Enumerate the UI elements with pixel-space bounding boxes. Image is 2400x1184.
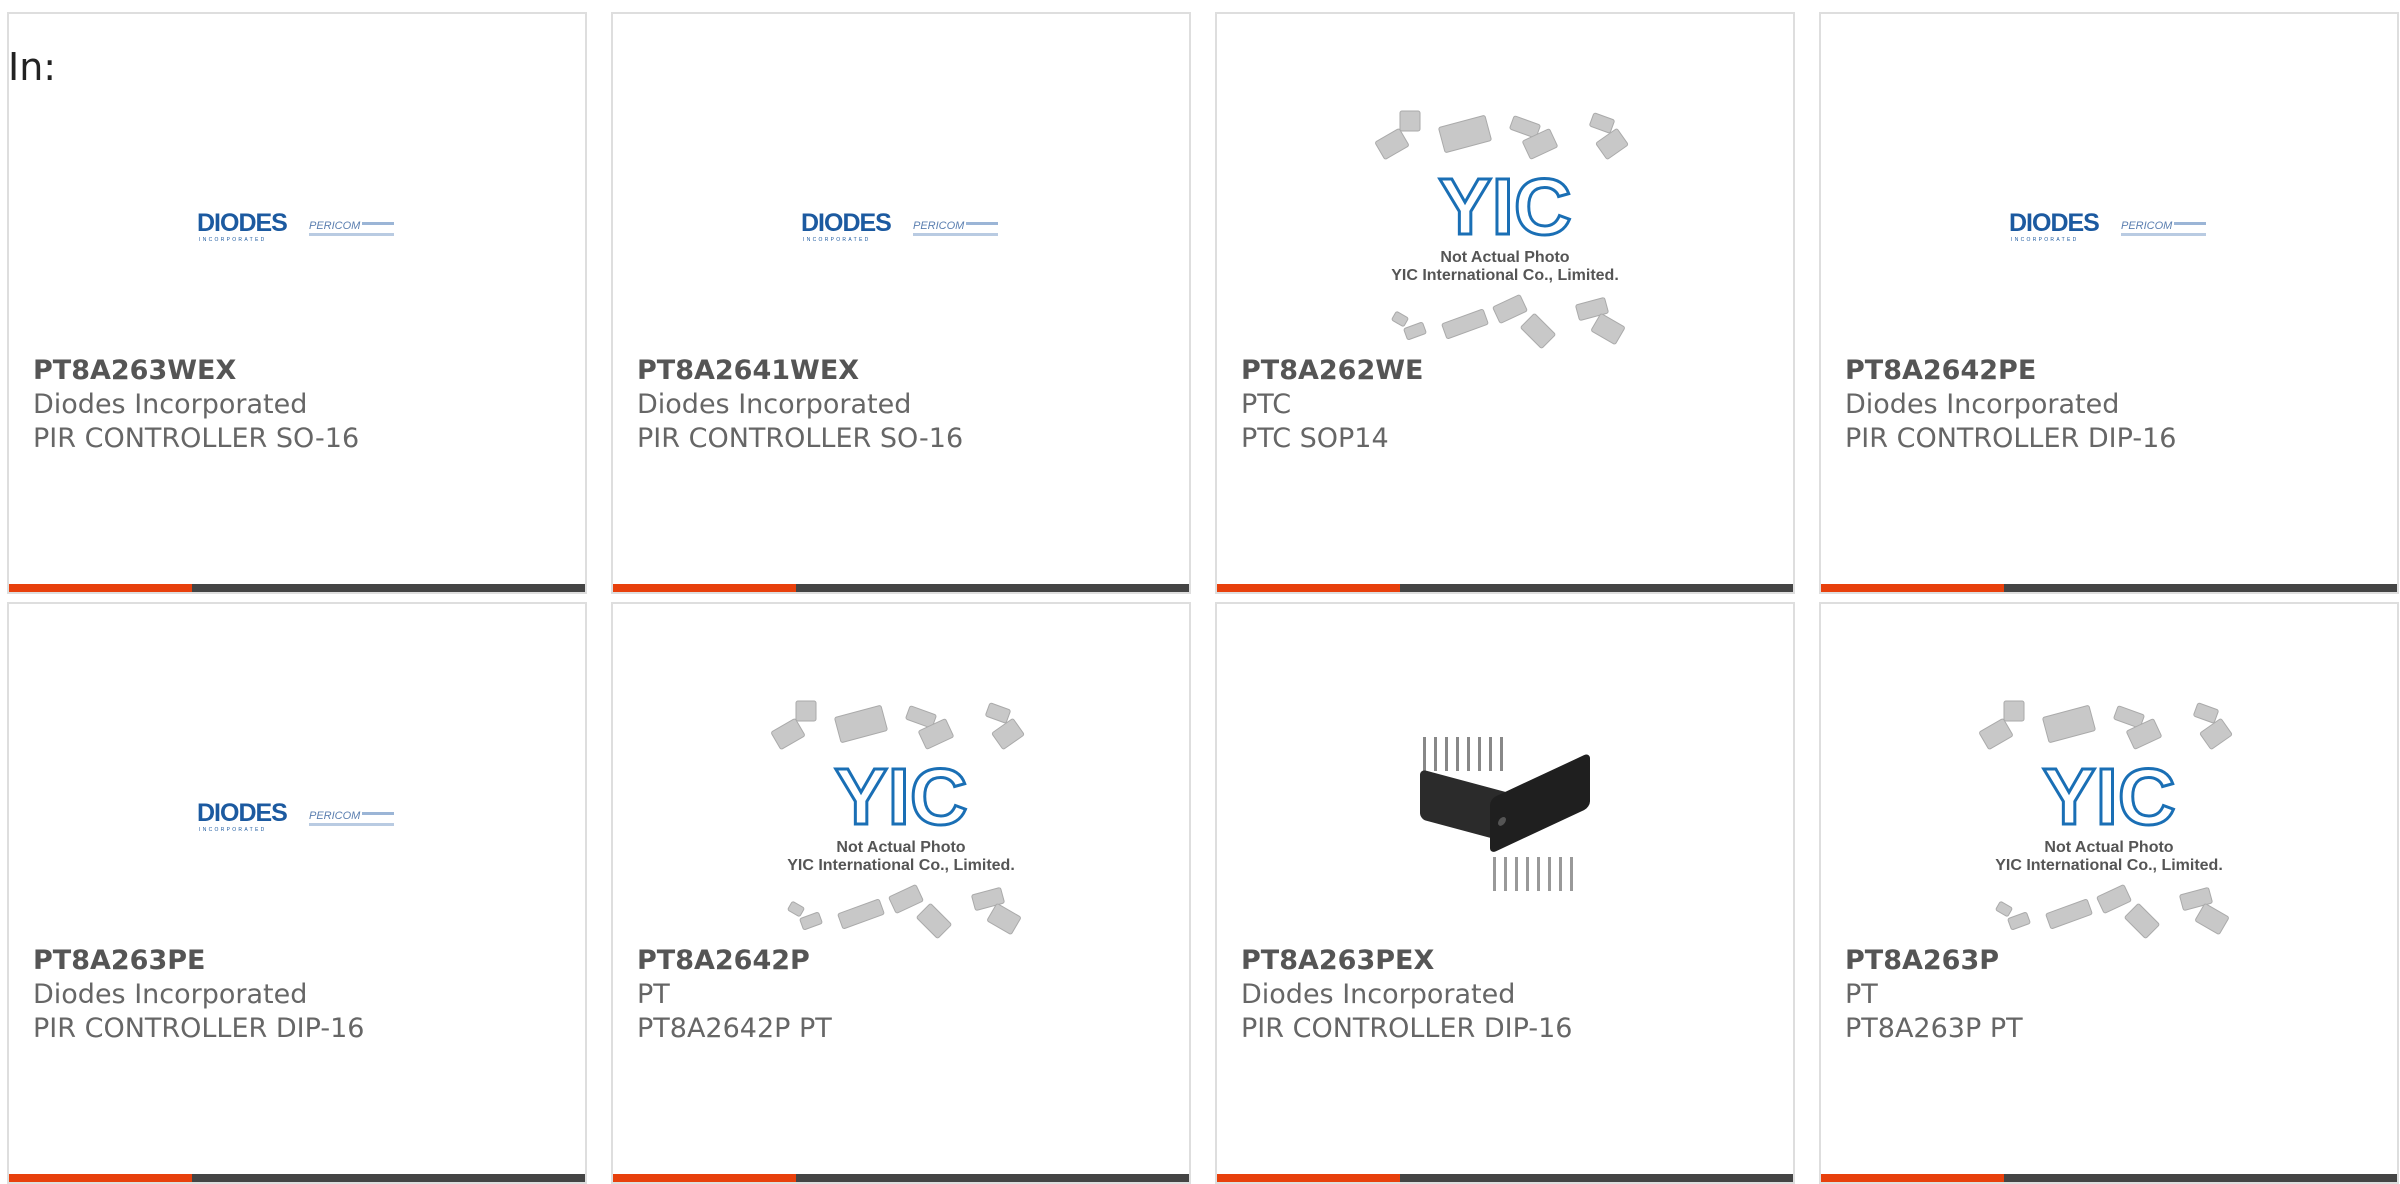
card-footer-bar bbox=[613, 1174, 1189, 1182]
card-accent-bar bbox=[9, 1174, 192, 1182]
product-manufacturer: PTC bbox=[1241, 389, 1292, 420]
svg-text:INCORPORATED: INCORPORATED bbox=[803, 237, 871, 243]
card-footer-bar bbox=[9, 584, 585, 592]
yic-placeholder-image: YIC Not Actual Photo YIC International C… bbox=[1217, 94, 1793, 364]
svg-text:Not Actual Photo: Not Actual Photo bbox=[836, 839, 965, 856]
product-card[interactable]: YIC Not Actual Photo YIC International C… bbox=[1215, 12, 1795, 594]
svg-text:DIODES: DIODES bbox=[197, 209, 287, 237]
product-manufacturer: Diodes Incorporated bbox=[33, 389, 308, 420]
product-part-number[interactable]: PT8A2642PE bbox=[1845, 354, 2381, 388]
product-part-number[interactable]: PT8A262WE bbox=[1241, 354, 1777, 388]
svg-text:PERICOM: PERICOM bbox=[2121, 220, 2173, 232]
diodes-logo-image: DIODES INCORPORATED PERICOM bbox=[613, 94, 1189, 364]
svg-text:Not Actual Photo: Not Actual Photo bbox=[2044, 839, 2173, 856]
product-card[interactable]: DIODES INCORPORATED PERICOM PT8A263WEX D… bbox=[7, 12, 587, 594]
diodes-logo-image: DIODES INCORPORATED PERICOM bbox=[9, 684, 585, 954]
card-footer-bar bbox=[1821, 1174, 2397, 1182]
diodes-logo-image: DIODES INCORPORATED PERICOM bbox=[1821, 94, 2397, 364]
product-manufacturer: Diodes Incorporated bbox=[1241, 979, 1516, 1010]
card-footer-bar bbox=[613, 584, 1189, 592]
card-accent-bar bbox=[1821, 584, 2004, 592]
card-accent-bar bbox=[613, 584, 796, 592]
card-accent-bar bbox=[1217, 1174, 1400, 1182]
product-description: PT8A263P PT bbox=[1845, 1013, 2023, 1044]
card-accent-bar bbox=[1217, 584, 1400, 592]
card-accent-bar bbox=[9, 584, 192, 592]
svg-text:YIC: YIC bbox=[2042, 752, 2175, 841]
svg-text:YIC: YIC bbox=[834, 752, 967, 841]
product-card[interactable]: DIODES INCORPORATED PERICOM PT8A2642PE D… bbox=[1819, 12, 2399, 594]
filter-label: In: bbox=[8, 45, 57, 89]
product-card[interactable]: YIC Not Actual Photo YIC International C… bbox=[611, 602, 1191, 1184]
svg-text:YIC: YIC bbox=[1438, 162, 1571, 251]
card-footer-bar bbox=[1821, 584, 2397, 592]
product-part-number[interactable]: PT8A2642P bbox=[637, 944, 1173, 978]
product-card[interactable]: YIC Not Actual Photo YIC International C… bbox=[1819, 602, 2399, 1184]
product-part-number[interactable]: PT8A263PEX bbox=[1241, 944, 1777, 978]
svg-text:INCORPORATED: INCORPORATED bbox=[199, 237, 267, 243]
dip-chip-photo-image bbox=[1217, 684, 1793, 954]
card-footer-bar bbox=[1217, 1174, 1793, 1182]
product-description: PIR CONTROLLER DIP-16 bbox=[33, 1013, 365, 1044]
product-manufacturer: PT bbox=[1845, 979, 1878, 1010]
yic-placeholder-image: YIC Not Actual Photo YIC International C… bbox=[613, 684, 1189, 954]
card-footer-bar bbox=[9, 1174, 585, 1182]
svg-text:PERICOM: PERICOM bbox=[309, 220, 361, 232]
svg-text:DIODES: DIODES bbox=[801, 209, 891, 237]
svg-text:YIC International Co., Limited: YIC International Co., Limited. bbox=[1391, 267, 1619, 284]
yic-placeholder-image: YIC Not Actual Photo YIC International C… bbox=[1821, 684, 2397, 954]
product-card[interactable]: DIODES INCORPORATED PERICOM PT8A2641WEX … bbox=[611, 12, 1191, 594]
product-description: PT8A2642P PT bbox=[637, 1013, 832, 1044]
product-part-number[interactable]: PT8A263WEX bbox=[33, 354, 569, 388]
product-manufacturer: Diodes Incorporated bbox=[1845, 389, 2120, 420]
product-part-number[interactable]: PT8A2641WEX bbox=[637, 354, 1173, 388]
svg-text:DIODES: DIODES bbox=[2009, 209, 2099, 237]
svg-text:PERICOM: PERICOM bbox=[309, 810, 361, 822]
svg-text:PERICOM: PERICOM bbox=[913, 220, 965, 232]
svg-text:YIC International Co., Limited: YIC International Co., Limited. bbox=[1995, 857, 2223, 874]
svg-text:DIODES: DIODES bbox=[197, 799, 287, 827]
product-manufacturer: Diodes Incorporated bbox=[33, 979, 308, 1010]
product-description: PIR CONTROLLER SO-16 bbox=[33, 423, 360, 454]
product-manufacturer: Diodes Incorporated bbox=[637, 389, 912, 420]
product-grid: DIODES INCORPORATED PERICOM PT8A263WEX D… bbox=[7, 12, 2399, 1184]
product-description: PIR CONTROLLER SO-16 bbox=[637, 423, 964, 454]
product-description: PIR CONTROLLER DIP-16 bbox=[1241, 1013, 1573, 1044]
svg-text:Not Actual Photo: Not Actual Photo bbox=[1440, 249, 1569, 266]
card-accent-bar bbox=[613, 1174, 796, 1182]
product-manufacturer: PT bbox=[637, 979, 670, 1010]
svg-text:INCORPORATED: INCORPORATED bbox=[2011, 237, 2079, 243]
product-card[interactable]: PT8A263PEX Diodes Incorporated PIR CONTR… bbox=[1215, 602, 1795, 1184]
svg-text:YIC International Co., Limited: YIC International Co., Limited. bbox=[787, 857, 1015, 874]
svg-text:INCORPORATED: INCORPORATED bbox=[199, 827, 267, 833]
card-footer-bar bbox=[1217, 584, 1793, 592]
product-description: PTC SOP14 bbox=[1241, 423, 1389, 454]
diodes-logo-image: DIODES INCORPORATED PERICOM bbox=[9, 94, 585, 364]
product-description: PIR CONTROLLER DIP-16 bbox=[1845, 423, 2177, 454]
product-card[interactable]: DIODES INCORPORATED PERICOM PT8A263PE Di… bbox=[7, 602, 587, 1184]
product-part-number[interactable]: PT8A263P bbox=[1845, 944, 2381, 978]
product-part-number[interactable]: PT8A263PE bbox=[33, 944, 569, 978]
card-accent-bar bbox=[1821, 1174, 2004, 1182]
